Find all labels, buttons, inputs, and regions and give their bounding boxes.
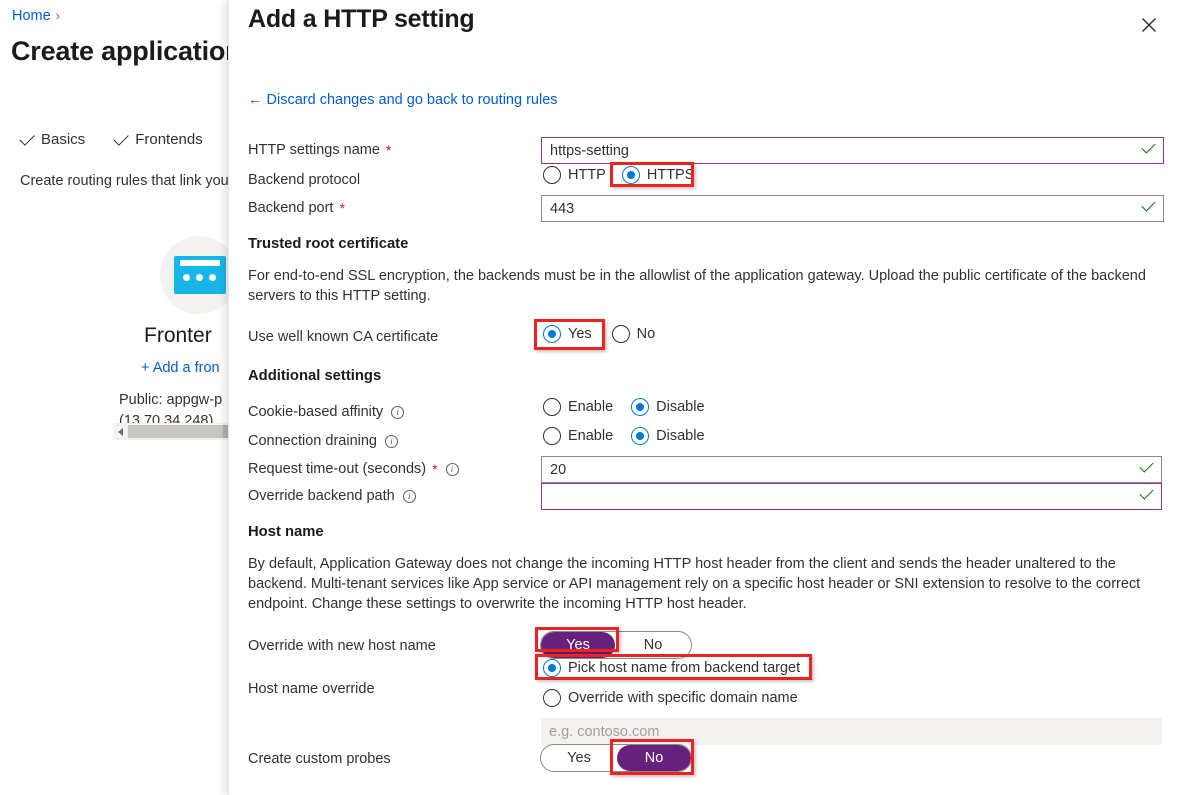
radio-icon	[543, 689, 561, 707]
backend-port-value: 443	[550, 200, 575, 217]
blade-title: Add a HTTP setting	[248, 5, 475, 33]
request-timeout-value: 20	[550, 461, 567, 478]
breadcrumb-separator-icon: ›	[55, 8, 61, 23]
required-asterisk: *	[432, 461, 438, 477]
cookie-based-affinity-radio-group: Enable Disable	[543, 398, 705, 416]
backend-port-label: Backend port *	[248, 200, 345, 216]
radio-icon	[543, 398, 561, 416]
trusted-root-certificate-heading: Trusted root certificate	[248, 236, 409, 252]
connection-draining-label: Connection draining i	[248, 433, 398, 449]
background-create-application-gateway-page: Home › Create application Basics Frontend…	[0, 0, 232, 795]
wizard-tab-basics[interactable]: Basics	[19, 129, 86, 148]
radio-icon	[611, 325, 630, 343]
specific-domain-name-input[interactable]: e.g. contoso.com	[541, 718, 1162, 745]
connection-draining-radio-group: Enable Disable	[543, 427, 705, 445]
create-custom-probes-option-yes[interactable]: Yes	[541, 745, 617, 771]
host-name-override-option-specific-domain[interactable]: Override with specific domain name	[543, 689, 798, 707]
connection-draining-option-enable[interactable]: Enable	[543, 427, 613, 445]
wizard-tab-frontends[interactable]: Frontends	[113, 129, 203, 148]
use-well-known-ca-option-yes[interactable]: Yes	[543, 325, 592, 343]
frontend-public-ip-name: Public: appgw-p	[119, 392, 223, 408]
use-well-known-ca-label: Use well known CA certificate	[248, 329, 439, 345]
override-host-name-option-no[interactable]: No	[615, 632, 691, 658]
frontend-icon-bar	[180, 260, 220, 266]
check-icon	[113, 129, 129, 146]
scrollbar-thumb[interactable]	[128, 425, 223, 438]
request-timeout-input[interactable]: 20	[541, 456, 1162, 483]
radio-selected-icon	[621, 166, 640, 184]
page-title: Create application	[11, 36, 232, 66]
http-settings-name-input[interactable]: https-setting	[541, 137, 1164, 164]
cookie-affinity-option-enable[interactable]: Enable	[543, 398, 613, 416]
radio-icon	[543, 166, 561, 184]
checkmark-icon	[1139, 458, 1154, 473]
checkmark-icon	[1141, 139, 1156, 154]
radio-selected-icon	[631, 398, 650, 416]
radio-selected-icon	[543, 325, 561, 343]
frontend-browser-icon	[174, 256, 226, 294]
create-custom-probes-option-no[interactable]: No	[617, 745, 691, 771]
required-asterisk: *	[385, 142, 392, 158]
checkmark-icon	[1139, 485, 1154, 500]
use-well-known-ca-radio-group: Yes No	[543, 325, 655, 343]
backend-port-input[interactable]: 443	[541, 195, 1164, 222]
trusted-root-certificate-paragraph: For end-to-end SSL encryption, the backe…	[248, 268, 1146, 304]
http-settings-name-label: HTTP settings name *	[248, 142, 392, 158]
radio-selected-icon	[631, 427, 650, 445]
override-backend-path-label: Override backend path i	[248, 488, 416, 504]
horizontal-scrollbar[interactable]	[113, 423, 232, 440]
frontend-icon-dots	[183, 274, 216, 281]
check-icon	[19, 129, 35, 146]
host-name-override-option-pick-from-backend[interactable]: Pick host name from backend target	[543, 659, 800, 677]
close-icon[interactable]	[1134, 10, 1164, 40]
cookie-based-affinity-label: Cookie-based affinity i	[248, 404, 405, 420]
required-asterisk: *	[339, 200, 345, 216]
connection-draining-option-disable[interactable]: Disable	[631, 427, 705, 445]
breadcrumb-home-link[interactable]: Home	[12, 8, 51, 24]
wizard-description: Create routing rules that link you previ…	[20, 173, 232, 189]
backend-protocol-radio-group: HTTP HTTPS	[543, 166, 694, 184]
wizard-tabs: Basics Frontends	[19, 129, 203, 148]
frontend-card-title: Fronter	[144, 324, 212, 347]
backend-protocol-option-http[interactable]: HTTP	[543, 166, 606, 184]
scroll-left-arrow-icon[interactable]	[113, 423, 128, 440]
additional-settings-heading: Additional settings	[248, 368, 382, 384]
info-icon[interactable]: i	[391, 405, 405, 419]
override-with-new-host-name-label: Override with new host name	[248, 638, 436, 654]
http-settings-name-value: https-setting	[550, 142, 629, 159]
specific-domain-name-placeholder: e.g. contoso.com	[549, 723, 660, 740]
host-name-override-label: Host name override	[248, 681, 375, 697]
host-name-heading: Host name	[248, 524, 324, 540]
override-with-new-host-name-toggle[interactable]: Yes No	[540, 631, 692, 659]
add-a-frontend-link[interactable]: + Add a fron	[141, 360, 220, 376]
backend-protocol-label: Backend protocol	[248, 172, 361, 188]
radio-icon	[543, 427, 561, 445]
wizard-tab-basics-label: Basics	[41, 131, 86, 148]
screen-root: Home › Create application Basics Frontend…	[0, 0, 1180, 795]
frontend-icon-circle	[160, 236, 232, 314]
info-icon[interactable]: i	[445, 462, 459, 476]
create-custom-probes-label: Create custom probes	[248, 751, 391, 767]
create-custom-probes-toggle[interactable]: Yes No	[540, 744, 692, 772]
checkmark-icon	[1141, 197, 1156, 212]
discard-changes-link[interactable]: ← Discard changes and go back to routing…	[248, 92, 558, 108]
use-well-known-ca-option-no[interactable]: No	[611, 325, 655, 343]
backend-protocol-option-https[interactable]: HTTPS	[621, 166, 694, 184]
wizard-tab-frontends-label: Frontends	[135, 131, 203, 148]
info-icon[interactable]: i	[402, 489, 416, 503]
info-icon[interactable]: i	[384, 434, 398, 448]
breadcrumb: Home ›	[12, 8, 60, 24]
override-host-name-option-yes[interactable]: Yes	[541, 632, 615, 658]
request-timeout-label: Request time-out (seconds) * i	[248, 461, 459, 477]
add-http-setting-blade: Add a HTTP setting ← Discard changes and…	[228, 0, 1180, 795]
cookie-affinity-option-disable[interactable]: Disable	[631, 398, 705, 416]
radio-selected-icon	[543, 659, 561, 677]
host-name-paragraph: By default, Application Gateway does not…	[248, 556, 1141, 612]
override-backend-path-input[interactable]	[541, 483, 1162, 510]
